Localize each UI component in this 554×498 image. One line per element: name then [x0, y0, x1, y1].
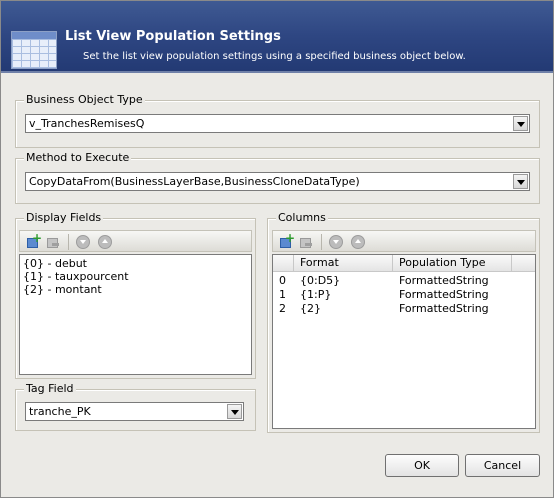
- grid-table-icon: [11, 31, 57, 69]
- chevron-down-icon[interactable]: [513, 174, 528, 189]
- cancel-button[interactable]: Cancel: [465, 454, 540, 477]
- row-format: {1:P}: [300, 288, 332, 301]
- row-index: 1: [279, 288, 286, 301]
- method-label: Method to Execute: [24, 151, 132, 164]
- chevron-down-icon[interactable]: [227, 404, 242, 419]
- add-field-icon[interactable]: [26, 231, 42, 249]
- column-header-filler: [512, 255, 535, 272]
- method-value: CopyDataFrom(BusinessLayerBase,BusinessC…: [29, 175, 360, 188]
- column-header-format[interactable]: Format: [294, 255, 393, 272]
- business-object-label: Business Object Type: [24, 93, 145, 106]
- display-fields-toolbar: [19, 230, 252, 252]
- add-column-icon[interactable]: [279, 231, 295, 249]
- move-up-icon[interactable]: [351, 235, 365, 249]
- toolbar-separator: [68, 234, 69, 250]
- dialog-header: List View Population Settings Set the li…: [1, 1, 553, 73]
- row-format: {0:D5}: [300, 274, 341, 287]
- business-object-value: v_TranchesRemisesQ: [29, 117, 145, 130]
- move-up-icon[interactable]: [98, 235, 112, 249]
- tag-field-label: Tag Field: [24, 382, 76, 395]
- display-fields-list[interactable]: {0} - debut {1} - tauxpourcent {2} - mon…: [19, 254, 252, 375]
- dialog-window: List View Population Settings Set the li…: [0, 0, 554, 498]
- remove-field-icon[interactable]: [46, 235, 60, 249]
- column-header-population-type[interactable]: Population Type: [393, 255, 512, 272]
- row-population-type: FormattedString: [399, 288, 489, 301]
- row-population-type: FormattedString: [399, 302, 489, 315]
- columns-toolbar: [272, 230, 536, 252]
- row-population-type: FormattedString: [399, 274, 489, 287]
- columns-label: Columns: [276, 211, 328, 224]
- tag-field-combo[interactable]: tranche_PK: [25, 402, 244, 421]
- toolbar-separator: [321, 234, 322, 250]
- list-item[interactable]: {2} - montant: [23, 283, 102, 296]
- column-header-index[interactable]: [273, 255, 294, 272]
- list-item[interactable]: {0} - debut: [23, 257, 87, 270]
- method-combo[interactable]: CopyDataFrom(BusinessLayerBase,BusinessC…: [25, 172, 530, 191]
- columns-list[interactable]: Format Population Type 0 {0:D5} Formatte…: [272, 254, 536, 429]
- chevron-down-icon[interactable]: [513, 116, 528, 131]
- tag-field-value: tranche_PK: [29, 405, 91, 418]
- move-down-icon[interactable]: [76, 235, 90, 249]
- ok-button[interactable]: OK: [385, 454, 459, 477]
- list-item[interactable]: {1} - tauxpourcent: [23, 270, 129, 283]
- remove-column-icon[interactable]: [299, 235, 313, 249]
- row-index: 0: [279, 274, 286, 287]
- row-index: 2: [279, 302, 286, 315]
- move-down-icon[interactable]: [329, 235, 343, 249]
- display-fields-label: Display Fields: [24, 211, 104, 224]
- row-format: {2}: [300, 302, 321, 315]
- dialog-subtitle: Set the list view population settings us…: [83, 51, 466, 62]
- business-object-combo[interactable]: v_TranchesRemisesQ: [25, 114, 530, 133]
- dialog-title: List View Population Settings: [65, 29, 281, 44]
